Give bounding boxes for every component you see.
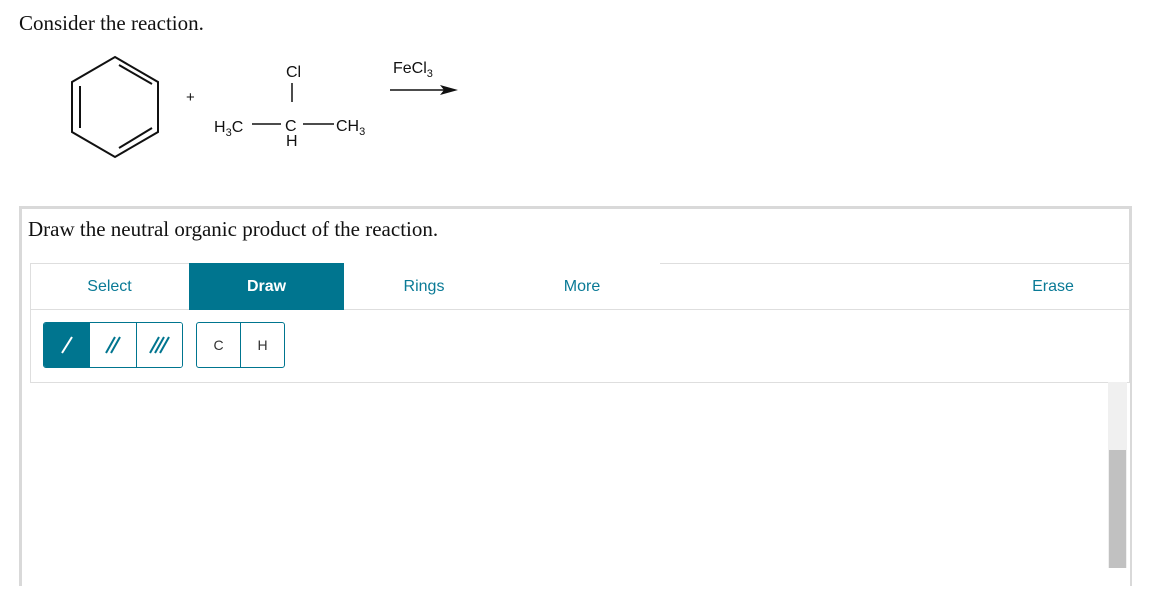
hydrogen-atom-label: H xyxy=(286,133,298,150)
single-bond-icon xyxy=(60,336,73,354)
tab-select[interactable]: Select xyxy=(31,263,188,310)
reaction-arrow xyxy=(390,85,458,95)
plus-sign: + xyxy=(186,89,195,106)
drawing-toolbar: Select Draw Rings More Erase xyxy=(30,263,1130,310)
answer-panel: Draw the neutral organic product of the … xyxy=(19,206,1132,603)
atom-tool-group: C H xyxy=(196,322,285,368)
reagent-structure: Cl H3C C CH3 H xyxy=(214,64,365,150)
methyl-left-label: H3C xyxy=(214,119,243,139)
single-bond-button[interactable] xyxy=(44,323,91,367)
triple-bond-icon xyxy=(149,336,171,354)
draw-subtoolbar: C H xyxy=(30,310,1130,383)
task-instruction: Draw the neutral organic product of the … xyxy=(28,217,439,241)
scrollbar-thumb[interactable] xyxy=(1109,450,1126,568)
double-bond-button[interactable] xyxy=(90,323,137,367)
benzene-structure xyxy=(71,55,159,159)
tab-erase[interactable]: Erase xyxy=(991,263,1115,310)
svg-text:FeCl3: FeCl3 xyxy=(393,60,433,80)
methyl-right-label: CH3 xyxy=(336,118,365,138)
hydrogen-atom-button[interactable]: H xyxy=(241,323,284,367)
catalyst-label: FeCl3 xyxy=(393,60,433,80)
double-bond-icon xyxy=(105,336,121,354)
triple-bond-button[interactable] xyxy=(136,323,182,367)
tab-more[interactable]: More xyxy=(504,263,660,310)
drawing-canvas[interactable] xyxy=(30,383,1130,603)
tab-draw[interactable]: Draw xyxy=(189,263,344,310)
tab-rings[interactable]: Rings xyxy=(344,263,504,310)
carbon-atom-button[interactable]: C xyxy=(197,323,241,367)
bond-tool-group xyxy=(43,322,183,368)
reaction-scheme: + Cl H3C C CH3 H FeCl3 xyxy=(71,55,458,159)
chlorine-atom-label: Cl xyxy=(286,64,301,81)
